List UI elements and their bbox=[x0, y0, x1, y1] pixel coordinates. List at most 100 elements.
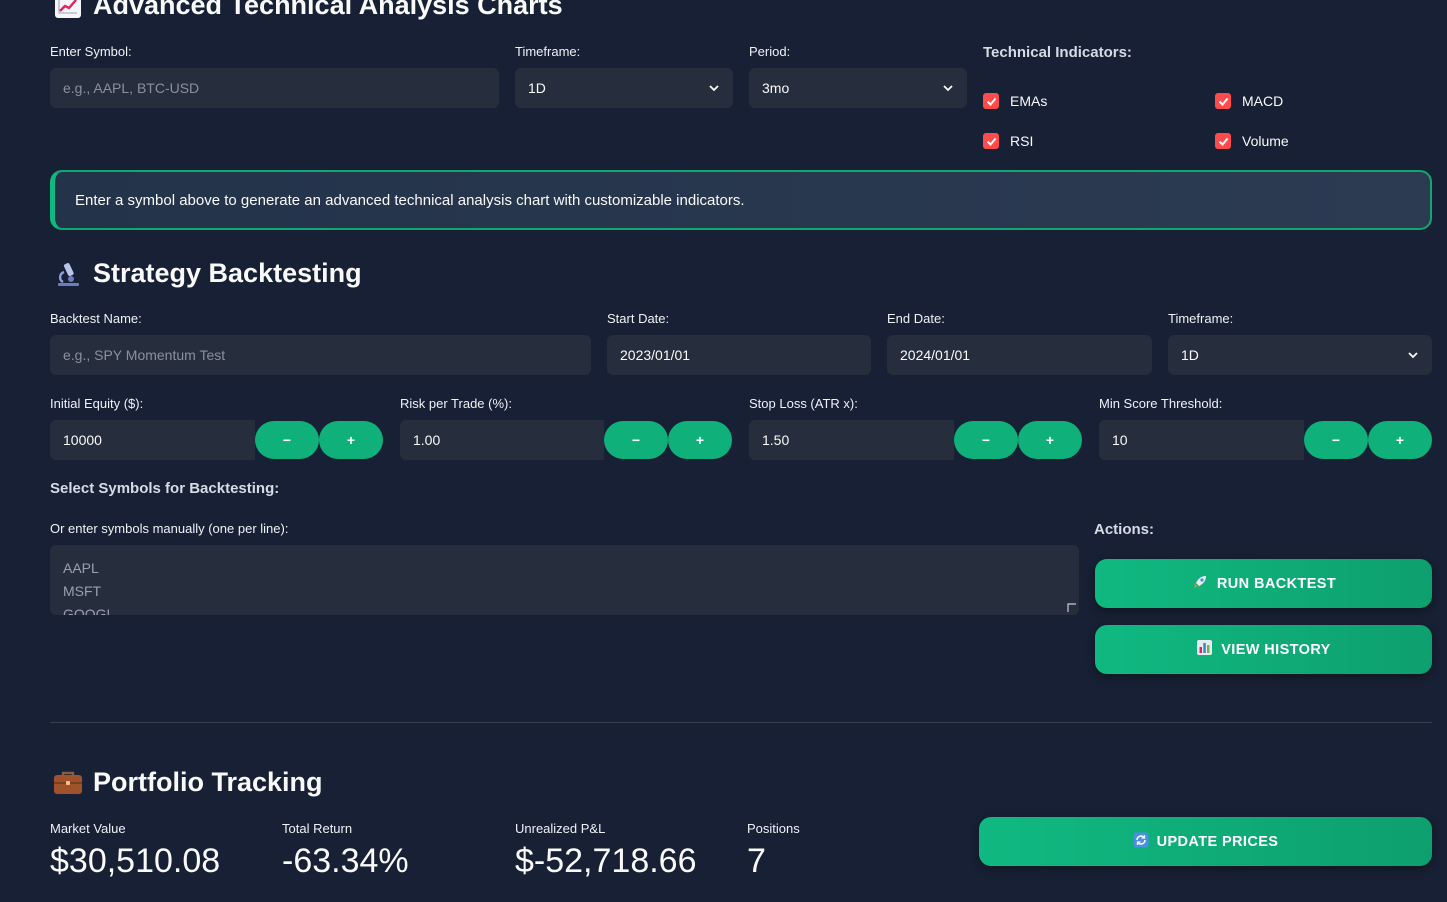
chart-section-title-text: Advanced Technical Analysis Charts bbox=[93, 0, 563, 20]
manual-symbol-line: MSFT bbox=[63, 583, 102, 599]
bar-chart-icon bbox=[1196, 639, 1213, 660]
metric-label: Market Value bbox=[50, 821, 126, 836]
metric-value: 7 bbox=[747, 842, 766, 880]
backtest-name-placeholder: e.g., SPY Momentum Test bbox=[63, 347, 226, 363]
timeframe-select[interactable]: 1D bbox=[515, 68, 733, 108]
run-backtest-button[interactable]: RUN BACKTEST bbox=[1095, 559, 1432, 608]
stop-loss-input[interactable]: 1.50 bbox=[749, 420, 954, 460]
initial-equity-value: 10000 bbox=[63, 432, 102, 448]
period-label: Period: bbox=[749, 44, 791, 59]
min-score-increment-button[interactable]: + bbox=[1368, 421, 1432, 459]
section-divider bbox=[50, 722, 1432, 723]
view-history-button[interactable]: VIEW HISTORY bbox=[1095, 625, 1432, 674]
indicator-rsi-label: RSI bbox=[1010, 133, 1034, 149]
metric-label: Total Return bbox=[282, 821, 353, 836]
indicator-macd-label: MACD bbox=[1242, 93, 1284, 109]
risk-per-trade-input[interactable]: 1.00 bbox=[400, 420, 604, 460]
symbol-input[interactable]: e.g., AAPL, BTC-USD bbox=[50, 68, 499, 108]
risk-per-trade-decrement-button[interactable]: − bbox=[604, 421, 668, 459]
timeframe-label: Timeframe: bbox=[515, 44, 581, 59]
timeframe-value: 1D bbox=[528, 80, 546, 96]
resize-handle-icon[interactable] bbox=[1067, 603, 1077, 613]
risk-per-trade-increment-button[interactable]: + bbox=[668, 421, 732, 459]
manual-symbols-textarea[interactable]: AAPL MSFT GOOGL bbox=[50, 545, 1079, 615]
end-date-value: 2024/01/01 bbox=[900, 347, 971, 363]
checkmark-icon bbox=[1215, 93, 1231, 109]
backtest-section-title: Strategy Backtesting bbox=[53, 258, 362, 289]
chevron-down-icon bbox=[1408, 352, 1418, 359]
start-date-input[interactable]: 2023/01/01 bbox=[607, 335, 871, 375]
chart-info-message: Enter a symbol above to generate an adva… bbox=[50, 170, 1432, 230]
end-date-input[interactable]: 2024/01/01 bbox=[887, 335, 1152, 375]
initial-equity-input[interactable]: 10000 bbox=[50, 420, 255, 460]
backtest-timeframe-label: Timeframe: bbox=[1168, 311, 1234, 326]
indicator-volume-label: Volume bbox=[1242, 133, 1289, 149]
run-backtest-label: RUN BACKTEST bbox=[1216, 575, 1337, 592]
checkmark-icon bbox=[983, 133, 999, 149]
stop-loss-increment-button[interactable]: + bbox=[1018, 421, 1082, 459]
chart-section-title: Advanced Technical Analysis Charts bbox=[53, 0, 563, 21]
start-date-value: 2023/01/01 bbox=[620, 347, 691, 363]
indicator-emas-checkbox[interactable]: EMAs bbox=[983, 93, 1047, 109]
portfolio-section-title-text: Portfolio Tracking bbox=[93, 767, 323, 797]
stop-loss-value: 1.50 bbox=[762, 432, 790, 448]
refresh-icon bbox=[1133, 832, 1149, 852]
symbol-label: Enter Symbol: bbox=[50, 44, 132, 59]
chevron-down-icon bbox=[943, 85, 953, 92]
update-prices-label: UPDATE PRICES bbox=[1156, 833, 1279, 850]
rocket-icon bbox=[1191, 573, 1209, 595]
period-value: 3mo bbox=[762, 80, 790, 96]
indicator-emas-label: EMAs bbox=[1010, 93, 1048, 109]
manual-symbols-label: Or enter symbols manually (one per line)… bbox=[50, 521, 289, 536]
microscope-icon bbox=[53, 259, 83, 289]
metric-value: $-52,718.66 bbox=[515, 842, 697, 880]
backtest-name-label: Backtest Name: bbox=[50, 311, 142, 326]
indicator-rsi-checkbox[interactable]: RSI bbox=[983, 133, 1033, 149]
initial-equity-label: Initial Equity ($): bbox=[50, 396, 144, 411]
initial-equity-stepper: 10000 − + bbox=[50, 420, 383, 460]
view-history-label: VIEW HISTORY bbox=[1221, 641, 1331, 658]
chevron-down-icon bbox=[709, 85, 719, 92]
initial-equity-increment-button[interactable]: + bbox=[319, 421, 383, 459]
risk-per-trade-stepper: 1.00 − + bbox=[400, 420, 732, 460]
metric-value: $30,510.08 bbox=[50, 842, 221, 880]
chart-info-text: Enter a symbol above to generate an adva… bbox=[75, 191, 745, 209]
backtest-name-input[interactable]: e.g., SPY Momentum Test bbox=[50, 335, 591, 375]
indicators-label: Technical Indicators: bbox=[983, 44, 1132, 61]
briefcase-icon bbox=[53, 768, 83, 798]
update-prices-button[interactable]: UPDATE PRICES bbox=[979, 817, 1432, 866]
backtest-timeframe-value: 1D bbox=[1181, 347, 1199, 363]
backtest-timeframe-select[interactable]: 1D bbox=[1168, 335, 1432, 375]
stop-loss-decrement-button[interactable]: − bbox=[954, 421, 1018, 459]
actions-label: Actions: bbox=[1094, 521, 1154, 538]
metric-unrealized-pnl: Unrealized P&L $-52,718.66 bbox=[515, 821, 697, 881]
indicator-volume-checkbox[interactable]: Volume bbox=[1215, 133, 1289, 149]
checkmark-icon bbox=[983, 93, 999, 109]
metric-value: -63.34% bbox=[282, 842, 409, 880]
indicator-macd-checkbox[interactable]: MACD bbox=[1215, 93, 1283, 109]
start-date-label: Start Date: bbox=[607, 311, 670, 326]
checkmark-icon bbox=[1215, 133, 1231, 149]
chart-increasing-icon bbox=[53, 0, 83, 21]
period-select[interactable]: 3mo bbox=[749, 68, 967, 108]
metric-label: Unrealized P&L bbox=[515, 821, 606, 836]
min-score-input[interactable]: 10 bbox=[1099, 420, 1304, 460]
portfolio-section-title: Portfolio Tracking bbox=[53, 767, 323, 798]
manual-symbol-line: GOOGL bbox=[63, 606, 115, 615]
symbols-heading: Select Symbols for Backtesting: bbox=[50, 480, 280, 497]
metric-label: Positions bbox=[747, 821, 800, 836]
min-score-stepper: 10 − + bbox=[1099, 420, 1432, 460]
end-date-label: End Date: bbox=[887, 311, 945, 326]
risk-per-trade-label: Risk per Trade (%): bbox=[400, 396, 512, 411]
metric-total-return: Total Return -63.34% bbox=[282, 821, 409, 881]
min-score-value: 10 bbox=[1112, 432, 1128, 448]
metric-market-value: Market Value $30,510.08 bbox=[50, 821, 220, 881]
min-score-decrement-button[interactable]: − bbox=[1304, 421, 1368, 459]
manual-symbol-line: AAPL bbox=[63, 560, 99, 576]
initial-equity-decrement-button[interactable]: − bbox=[255, 421, 319, 459]
min-score-label: Min Score Threshold: bbox=[1099, 396, 1223, 411]
symbol-input-placeholder: e.g., AAPL, BTC-USD bbox=[63, 80, 200, 96]
stop-loss-stepper: 1.50 − + bbox=[749, 420, 1082, 460]
backtest-section-title-text: Strategy Backtesting bbox=[93, 258, 362, 288]
metric-positions: Positions 7 bbox=[747, 821, 800, 881]
